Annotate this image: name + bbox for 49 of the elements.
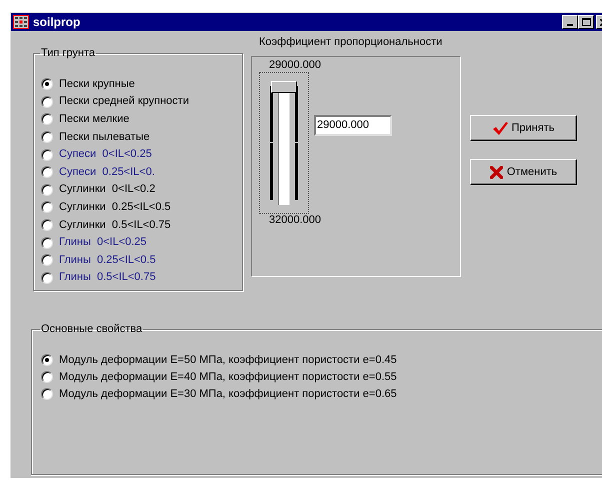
slider-max-label: 29000.000 [269,59,322,72]
radio-label[interactable]: Пески мелкие [59,112,130,126]
radio-button[interactable] [41,184,53,196]
radio-label[interactable]: Супеси 0<IL<0.25 [59,148,152,162]
accept-button[interactable]: Принять [470,115,577,141]
radio-label[interactable]: Глины 0<IL<0.25 [59,236,147,250]
radio-button[interactable] [41,272,53,284]
radio-label[interactable]: Суглинки 0<IL<0.2 [59,183,156,196]
radio-button[interactable] [41,388,53,400]
minimize-button[interactable] [562,15,578,29]
app-icon [13,15,29,29]
radio-button[interactable] [41,201,53,214]
radio-label[interactable]: Пески пылеватые [59,130,150,144]
cross-icon [490,166,503,178]
radio-button[interactable] [41,254,53,266]
slider-min-label: 32000.000 [269,214,322,227]
radio-label[interactable]: Пески крупные [59,78,135,91]
group-title: Основные свойства [40,322,144,337]
radio-label[interactable]: Модуль деформации E=40 МПа, коэффициент пористости e=0.55 [59,370,397,384]
radio-label[interactable]: Супеси 0.25<IL<0. [59,166,155,179]
radio-button[interactable] [41,371,53,383]
radio-button[interactable] [41,236,53,249]
group-title: Тип грунта [40,46,96,61]
radio-label[interactable]: Модуль деформации E=50 МПа, коэффициент пористости e=0.45 [59,354,397,366]
tick-marks-icon [295,86,298,200]
maximize-icon [582,18,590,26]
cancel-button[interactable]: Отменить [470,159,577,185]
radio-label[interactable]: Модуль деформации E=30 МПа, коэффициент пористости e=0.65 [59,388,397,400]
radio-button[interactable] [41,219,53,232]
slider-thumb[interactable] [271,81,297,94]
maximize-button[interactable] [578,15,594,29]
radio-label[interactable]: Глины 0.25<IL<0.5 [59,254,156,267]
coefficient-input[interactable]: 29000.000 [314,114,392,136]
radio-button[interactable] [41,148,53,161]
radio-button[interactable] [41,78,53,90]
radio-button[interactable] [41,96,53,108]
radio-label[interactable]: Глины 0.5<IL<0.75 [59,271,156,284]
radio-label[interactable]: Суглинки 0.25<IL<0.5 [59,200,171,214]
check-icon [492,122,508,134]
coefficient-label: Коэффициент пропорциональности [259,35,444,49]
radio-button[interactable] [41,131,53,144]
minimize-icon [567,24,573,26]
radio-label[interactable]: Пески средней крупности [59,95,189,108]
radio-label[interactable]: Суглинки 0.5<IL<0.75 [59,218,171,232]
radio-button[interactable] [41,113,53,126]
slider[interactable] [259,72,309,214]
radio-button[interactable] [41,354,53,366]
window-title: soilprop [33,14,80,31]
radio-button[interactable] [41,166,53,178]
